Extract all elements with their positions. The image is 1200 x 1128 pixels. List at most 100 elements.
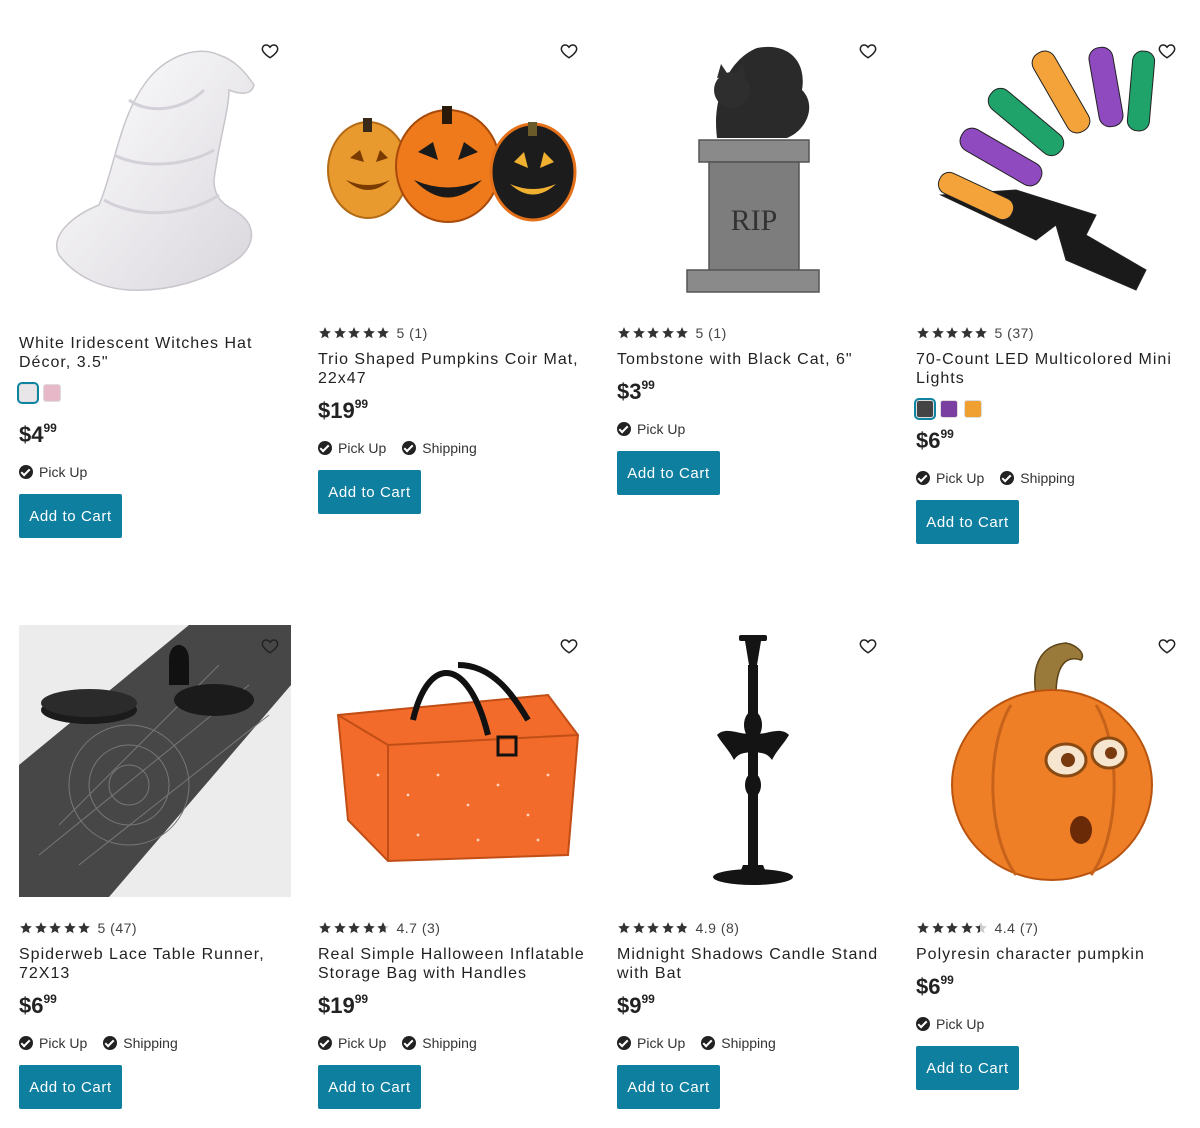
add-to-cart-button[interactable]: Add to Cart (19, 494, 122, 538)
color-swatch[interactable] (964, 400, 982, 418)
product-card: 4.7 (3) Real Simple Halloween Inflatable… (318, 625, 590, 1109)
star-icon (931, 327, 944, 339)
star-icon (647, 327, 659, 339)
star-icon (946, 922, 958, 934)
star-icon (377, 327, 389, 339)
fulfillment-shipping: Shipping (422, 1035, 477, 1051)
wishlist-heart-icon[interactable] (560, 42, 578, 60)
fulfillment-options: Pick Up Shipping (916, 470, 1188, 486)
color-swatches (914, 398, 1188, 420)
product-title[interactable]: Tombstone with Black Cat, 6" (617, 350, 889, 369)
star-icon (661, 327, 674, 339)
add-to-cart-button[interactable]: Add to Cart (318, 1065, 421, 1109)
star-rating-icon (617, 921, 690, 935)
star-icon (362, 922, 375, 934)
rating: 5 (47) (19, 919, 291, 937)
product-card: White Iridescent Witches Hat Décor, 3.5"… (17, 30, 291, 538)
color-swatch[interactable] (43, 384, 61, 402)
star-icon (960, 327, 973, 339)
product-title[interactable]: Spiderweb Lace Table Runner, 72X13 (19, 945, 291, 983)
wishlist-heart-icon[interactable] (859, 42, 877, 60)
check-circle-icon (402, 1036, 417, 1050)
wishlist-heart-icon[interactable] (859, 637, 877, 655)
star-icon (348, 922, 360, 934)
rating-text: 4.7 (3) (396, 920, 441, 936)
star-icon (931, 922, 944, 934)
add-to-cart-button[interactable]: Add to Cart (318, 470, 421, 514)
product-title[interactable]: White Iridescent Witches Hat Décor, 3.5" (19, 334, 291, 372)
product-title[interactable]: Trio Shaped Pumpkins Coir Mat, 22x47 (318, 350, 590, 388)
star-icon (333, 922, 346, 934)
fulfillment-shipping: Shipping (1020, 470, 1075, 486)
fulfillment-pickup: Pick Up (39, 464, 88, 480)
storage-bag-icon (336, 662, 580, 863)
star-rating-icon (19, 921, 92, 935)
rating: 5 (1) (617, 324, 889, 342)
star-icon (377, 922, 389, 934)
rating-text: 4.4 (7) (994, 920, 1039, 936)
star-icon (78, 922, 90, 934)
add-to-cart-button[interactable]: Add to Cart (916, 500, 1019, 544)
product-title[interactable]: Polyresin character pumpkin (916, 945, 1188, 964)
witch-hat-icon (56, 50, 255, 291)
fulfillment-options: Pick Up (617, 421, 889, 437)
product-title[interactable]: 70-Count LED Multicolored Mini Lights (916, 350, 1188, 388)
product-price: $699 (916, 427, 954, 453)
wishlist-heart-icon[interactable] (1158, 42, 1176, 60)
check-circle-icon (19, 1036, 33, 1050)
product-image[interactable] (19, 625, 291, 897)
color-swatch[interactable] (914, 398, 936, 420)
product-image[interactable] (19, 30, 291, 302)
product-grid: White Iridescent Witches Hat Décor, 3.5"… (0, 0, 1200, 1128)
wishlist-heart-icon[interactable] (261, 42, 279, 60)
check-circle-icon (916, 471, 930, 485)
product-price: $1999 (318, 397, 369, 423)
character-pumpkin-icon (951, 642, 1153, 881)
add-to-cart-button[interactable]: Add to Cart (617, 1065, 720, 1109)
star-icon (975, 922, 987, 934)
star-icon (319, 327, 331, 339)
pumpkin-mat-icon (327, 106, 577, 223)
check-circle-icon (402, 441, 417, 455)
color-swatch[interactable] (940, 400, 958, 418)
product-image[interactable] (318, 625, 590, 897)
add-to-cart-button[interactable]: Add to Cart (19, 1065, 122, 1109)
product-price: $699 (19, 992, 57, 1018)
star-icon (319, 922, 331, 934)
star-icon (63, 922, 76, 934)
product-price: $499 (19, 421, 57, 447)
product-card: 4.4 (7) Polyresin character pumpkin $699… (916, 625, 1188, 1090)
product-title[interactable]: Midnight Shadows Candle Stand with Bat (617, 945, 889, 983)
product-price: $999 (617, 992, 655, 1018)
product-card: 5 (1) Trio Shaped Pumpkins Coir Mat, 22x… (318, 30, 590, 514)
add-to-cart-button[interactable]: Add to Cart (617, 451, 720, 495)
product-image[interactable] (617, 625, 889, 897)
product-image[interactable] (318, 30, 590, 302)
color-swatches (17, 382, 291, 404)
product-image[interactable] (916, 30, 1188, 302)
rating: 4.9 (8) (617, 919, 889, 937)
check-circle-icon (1000, 471, 1015, 485)
wishlist-heart-icon[interactable] (261, 637, 279, 655)
product-card: RIP 5 (1) Tombstone with Black Cat, 6" $… (617, 30, 889, 495)
product-image[interactable]: RIP (617, 30, 889, 302)
wishlist-heart-icon[interactable] (1158, 637, 1176, 655)
rating: 5 (1) (318, 324, 590, 342)
star-icon (348, 327, 360, 339)
fulfillment-options: Pick Up Shipping (318, 440, 590, 456)
product-image[interactable] (916, 625, 1188, 897)
star-icon (34, 922, 47, 934)
product-title[interactable]: Real Simple Halloween Inflatable Storage… (318, 945, 590, 983)
color-swatch[interactable] (17, 382, 39, 404)
fulfillment-options: Pick Up Shipping (617, 1035, 889, 1051)
check-circle-icon (318, 441, 332, 455)
product-card: 5 (37) 70-Count LED Multicolored Mini Li… (914, 30, 1188, 544)
rating-text: 5 (37) (994, 325, 1035, 341)
star-icon (618, 327, 630, 339)
rating: 5 (37) (916, 324, 1188, 342)
star-rating-icon (916, 921, 989, 935)
fulfillment-pickup: Pick Up (39, 1035, 88, 1051)
add-to-cart-button[interactable]: Add to Cart (916, 1046, 1019, 1090)
fulfillment-pickup: Pick Up (637, 421, 686, 437)
wishlist-heart-icon[interactable] (560, 637, 578, 655)
